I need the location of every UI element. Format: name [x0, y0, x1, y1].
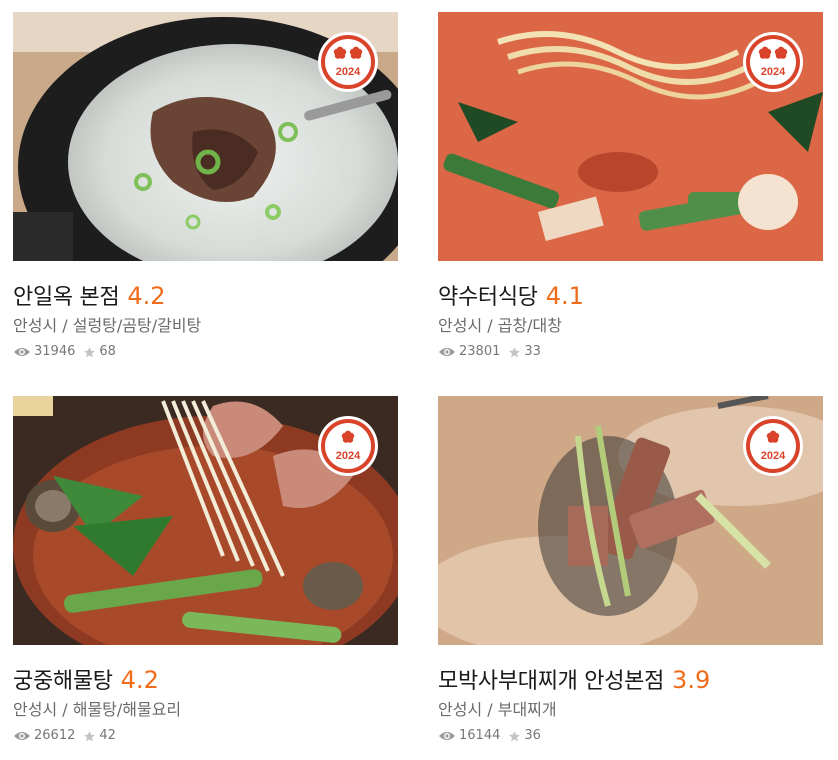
restaurant-rating: 4.2 [120, 666, 159, 694]
eye-icon [14, 348, 30, 356]
restaurant-photo[interactable]: 2024 [438, 12, 823, 261]
restaurant-name[interactable]: 안일옥 본점 [13, 285, 120, 310]
award-badge-icon: 2024 [742, 31, 804, 93]
view-count-value: 23801 [459, 344, 501, 359]
star-count-value: 36 [524, 728, 541, 743]
view-count-value: 31946 [34, 344, 76, 359]
badge-year: 2024 [336, 450, 361, 462]
restaurant-photo[interactable]: 2024 [438, 396, 823, 645]
view-count: 16144 [438, 727, 500, 745]
view-count: 26612 [13, 727, 75, 745]
restaurant-name[interactable]: 약수터식당 [438, 285, 538, 310]
star-count-value: 33 [524, 344, 541, 359]
award-badge-icon: 2024 [317, 415, 379, 477]
restaurant-card[interactable]: 2024 궁중해물탕 4.2 안성시 / 해물탕/해물요리 26612 42 [13, 396, 398, 745]
restaurant-stats: 16144 36 [438, 727, 823, 745]
restaurant-stats: 31946 68 [13, 343, 398, 361]
restaurant-category: 안성시 / 곱창/대창 [438, 316, 562, 335]
star-icon [509, 730, 521, 741]
view-count-value: 16144 [459, 728, 501, 743]
star-count-value: 42 [99, 728, 116, 743]
title-row: 모박사부대찌개 안성본점 3.9 [438, 665, 823, 695]
eye-icon [439, 348, 455, 356]
restaurant-category: 안성시 / 부대찌개 [438, 700, 557, 719]
restaurant-stats: 23801 33 [438, 343, 823, 361]
restaurant-category: 안성시 / 설렁탕/곰탕/갈비탕 [13, 316, 202, 335]
view-count: 31946 [13, 343, 75, 361]
restaurant-rating: 3.9 [672, 666, 711, 694]
restaurant-category: 안성시 / 해물탕/해물요리 [13, 700, 182, 719]
badge-year: 2024 [336, 66, 361, 78]
star-count: 68 [83, 343, 116, 361]
restaurant-photo[interactable]: 2024 [13, 396, 398, 645]
star-count: 36 [508, 727, 541, 745]
restaurant-rating: 4.2 [127, 282, 166, 310]
restaurant-card[interactable]: 2024 모박사부대찌개 안성본점 3.9 안성시 / 부대찌개 16144 3… [438, 396, 823, 745]
badge-year: 2024 [761, 66, 786, 78]
eye-icon [14, 732, 30, 740]
star-icon [509, 346, 521, 357]
title-row: 안일옥 본점 4.2 [13, 281, 398, 311]
view-count-value: 26612 [34, 728, 76, 743]
badge-year: 2024 [761, 450, 786, 462]
eye-icon [439, 732, 455, 740]
title-row: 궁중해물탕 4.2 [13, 665, 398, 695]
restaurant-name[interactable]: 모박사부대찌개 안성본점 [438, 669, 664, 694]
restaurant-card[interactable]: 2024 약수터식당 4.1 안성시 / 곱창/대창 23801 33 [438, 12, 823, 361]
restaurant-photo[interactable]: 2024 [13, 12, 398, 261]
star-icon [84, 346, 96, 357]
restaurant-stats: 26612 42 [13, 727, 398, 745]
restaurant-grid: 2024 안일옥 본점 4.2 안성시 / 설렁탕/곰탕/갈비탕 31946 6… [0, 0, 838, 760]
star-count-value: 68 [99, 344, 116, 359]
star-count: 42 [83, 727, 116, 745]
restaurant-name[interactable]: 궁중해물탕 [13, 669, 113, 694]
restaurant-rating: 4.1 [545, 282, 584, 310]
view-count: 23801 [438, 343, 500, 361]
award-badge-icon: 2024 [742, 415, 804, 477]
star-count: 33 [508, 343, 541, 361]
title-row: 약수터식당 4.1 [438, 281, 823, 311]
award-badge-icon: 2024 [317, 31, 379, 93]
star-icon [84, 730, 96, 741]
restaurant-card[interactable]: 2024 안일옥 본점 4.2 안성시 / 설렁탕/곰탕/갈비탕 31946 6… [13, 12, 398, 361]
